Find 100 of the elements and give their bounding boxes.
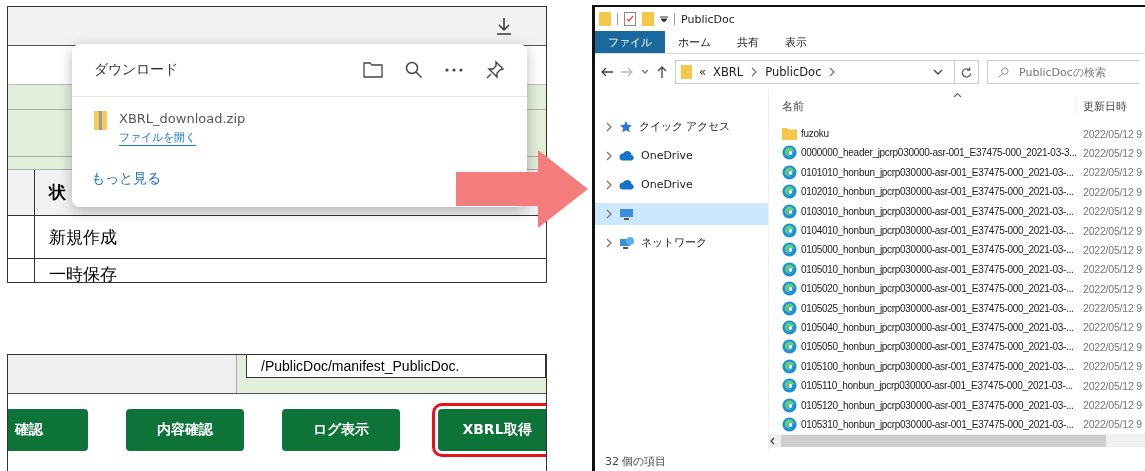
file-name[interactable]: 0105000_honbun_jpcrp030000-asr-001_E37475-000_2021-03-...: [801, 244, 1074, 256]
pin-icon[interactable]: [485, 60, 505, 80]
edge-icon: [782, 223, 797, 239]
edge-icon: [782, 184, 797, 200]
download-icon[interactable]: [496, 17, 512, 35]
date-cell-text: 2022/05/12 9: [1082, 224, 1142, 237]
folder-icon: [782, 127, 797, 141]
horizontal-scrollbar[interactable]: [769, 434, 1145, 447]
search-field[interactable]: PublicDocの検索: [987, 60, 1139, 84]
ribbon-tab[interactable]: ファイル: [595, 31, 665, 53]
open-file-link[interactable]: ファイルを開く: [119, 130, 196, 146]
path-field[interactable]: /PublicDoc/manifest_PublicDoc.: [246, 355, 546, 378]
properties-icon[interactable]: [624, 12, 636, 26]
ribbon-tab[interactable]: 表示: [772, 31, 820, 53]
expand-chevron-icon[interactable]: [605, 121, 613, 132]
file-name[interactable]: 0105020_honbun_jpcrp030000-asr-001_E37475-000_2021-03-...: [801, 283, 1074, 295]
dropdown-icon[interactable]: [660, 15, 668, 23]
address-bar[interactable]: « XBRL PublicDoc: [675, 60, 955, 84]
file-name[interactable]: 0105050_honbun_jpcrp030000-asr-001_E37475-000_2021-03-...: [801, 341, 1074, 353]
column-header[interactable]: 更新日時: [1083, 99, 1127, 113]
action-button[interactable]: 確認: [8, 409, 88, 451]
status-cell: 新規作成: [49, 225, 117, 249]
edge-icon: [782, 300, 797, 316]
refresh-icon: [961, 66, 972, 78]
popup-title: ダウンロード: [94, 61, 179, 79]
edge-icon: [782, 261, 797, 277]
zip-file-icon: [94, 111, 107, 130]
edge-icon: [782, 203, 797, 219]
edge-icon: [782, 397, 797, 413]
file-name[interactable]: fuzoku: [801, 128, 829, 140]
date-cell-text: 2022/05/12 9: [1082, 185, 1142, 198]
search-icon[interactable]: [405, 61, 423, 79]
file-name[interactable]: 0105120_honbun_jpcrp030000-asr-001_E37475-000_2021-03-...: [801, 399, 1074, 411]
column-header: 状: [49, 181, 66, 204]
up-arrow-icon[interactable]: [657, 66, 667, 78]
date-cell-text: 2022/05/12 9: [1082, 282, 1142, 295]
column-header[interactable]: 名前: [782, 99, 804, 113]
expand-chevron-icon[interactable]: [605, 150, 613, 161]
file-name[interactable]: 0105025_honbun_jpcrp030000-asr-001_E37475-000_2021-03-...: [801, 302, 1074, 314]
status-cell: 一時保存: [49, 262, 117, 282]
action-button[interactable]: XBRL取得: [438, 409, 546, 451]
expand-chevron-icon[interactable]: [605, 209, 613, 219]
nav-item[interactable]: OneDrive: [595, 170, 768, 199]
date-cell-text: 2022/05/12 9: [1082, 399, 1142, 412]
nav-item[interactable]: OneDrive: [595, 141, 768, 170]
more-icon[interactable]: [445, 68, 463, 72]
file-name[interactable]: 0105010_honbun_jpcrp030000-asr-001_E37475-000_2021-03-...: [801, 263, 1074, 275]
edge-icon: [782, 281, 797, 297]
overflow-mark[interactable]: «: [699, 65, 707, 79]
edge-icon: [782, 378, 797, 394]
edge-icon: [782, 145, 797, 161]
edge-icon: [782, 416, 797, 432]
edge-icon: [782, 242, 797, 258]
breadcrumb[interactable]: XBRL: [713, 65, 744, 79]
nav-item[interactable]: クイック アクセス: [595, 112, 768, 141]
edge-icon: [782, 320, 797, 335]
file-name[interactable]: 0104010_honbun_jpcrp030000-asr-001_E37475-000_2021-03-...: [801, 225, 1074, 237]
breadcrumb[interactable]: PublicDoc: [765, 65, 822, 79]
edge-icon: [782, 164, 797, 180]
sort-caret-icon: [953, 92, 962, 98]
date-cell-text: 2022/05/12 9: [1082, 379, 1142, 392]
chevron-down-icon[interactable]: [933, 68, 943, 76]
date-cell-text: 2022/05/12 9: [1082, 418, 1142, 431]
edge-icon: [782, 358, 797, 374]
action-button[interactable]: 内容確認: [126, 409, 244, 451]
chevron-right-icon[interactable]: [828, 67, 837, 77]
date-cell-text: 2022/05/12 9: [1082, 302, 1142, 315]
date-cell-text: 2022/05/12 9: [1082, 243, 1142, 256]
expand-chevron-icon[interactable]: [605, 237, 613, 248]
file-name[interactable]: 0103010_honbun_jpcrp030000-asr-001_E37475-000_2021-03-...: [801, 205, 1074, 217]
action-button[interactable]: ログ表示: [282, 409, 400, 451]
date-cell-text: 2022/05/12 9: [1082, 127, 1142, 140]
scroll-left-icon[interactable]: [769, 436, 777, 445]
date-cell-text: 2022/05/12 9: [1082, 360, 1142, 373]
edge-icon: [782, 339, 797, 355]
status-text: 32 個の項目: [605, 453, 667, 469]
file-name[interactable]: 0105110_honbun_jpcrp030000-asr-001_E37475-000_2021-03-...: [801, 380, 1073, 392]
file-name[interactable]: 0105100_honbun_jpcrp030000-asr-001_E37475-000_2021-03-...: [801, 360, 1074, 372]
file-name[interactable]: 0000000_header_jpcrp030000-asr-001_E37475-000_2021-03-3...: [801, 147, 1077, 159]
date-cell-text: 2022/05/12 9: [1082, 321, 1142, 334]
file-name[interactable]: 0102010_honbun_jpcrp030000-asr-001_E37475-000_2021-03-...: [801, 186, 1074, 198]
see-more-link[interactable]: もっと見る: [91, 170, 161, 188]
chevron-down-icon[interactable]: [641, 69, 649, 75]
ribbon-tab[interactable]: ホーム: [665, 31, 724, 53]
chevron-right-icon[interactable]: [750, 67, 759, 77]
file-name: XBRL_download.zip: [119, 111, 246, 126]
back-arrow-icon[interactable]: [601, 67, 613, 77]
file-name[interactable]: 0105040_honbun_jpcrp030000-asr-001_E37475-000_2021-03-...: [801, 322, 1074, 333]
nav-item[interactable]: ネットワーク: [595, 228, 768, 257]
folder-icon: [681, 65, 692, 79]
cloud-icon: [619, 179, 635, 190]
file-name[interactable]: 0101010_honbun_jpcrp030000-asr-001_E37475-000_2021-03-...: [801, 166, 1074, 178]
refresh-button[interactable]: [955, 60, 979, 84]
star-icon: [619, 119, 633, 134]
folder-icon[interactable]: [363, 62, 383, 78]
expand-chevron-icon[interactable]: [605, 179, 613, 190]
file-name[interactable]: 0105310_honbun_jpcrp030000-asr-001_E37475-000_2021-03-...: [801, 418, 1074, 430]
nav-item[interactable]: [595, 203, 768, 225]
ribbon-tab[interactable]: 共有: [724, 31, 772, 53]
date-cell-text: 2022/05/12 9: [1082, 340, 1142, 353]
